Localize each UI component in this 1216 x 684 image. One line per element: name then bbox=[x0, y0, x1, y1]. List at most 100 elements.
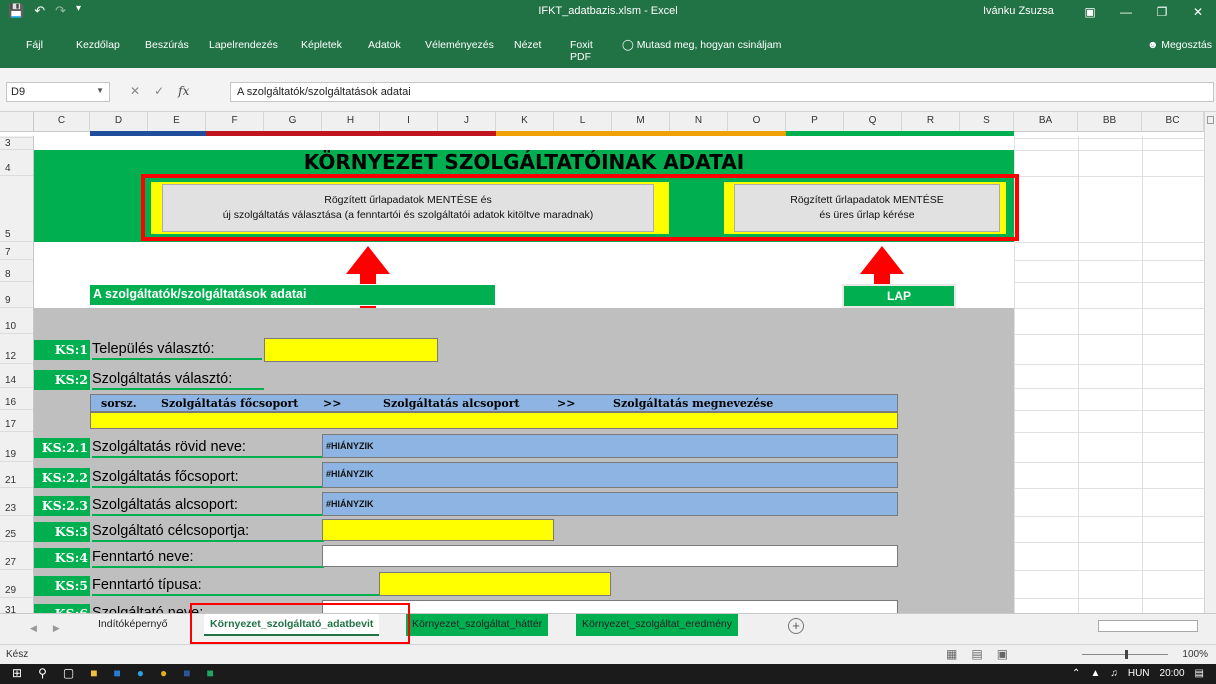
column-header[interactable]: J bbox=[438, 112, 496, 132]
network-icon[interactable]: ▲ bbox=[1090, 668, 1100, 679]
sheet-tab-results[interactable]: Környezet_szolgáltat_eredmény bbox=[576, 614, 739, 636]
row-header[interactable]: 27 bbox=[0, 542, 33, 570]
language-indicator[interactable]: HUN bbox=[1128, 668, 1150, 679]
service-subgroup-field[interactable]: #HIÁNYZIK bbox=[322, 492, 898, 516]
column-header[interactable]: F bbox=[206, 112, 264, 132]
tab-scroll-left-icon[interactable]: ◀ bbox=[30, 623, 37, 634]
row-header[interactable]: 10 bbox=[0, 308, 33, 334]
insert-function-icon[interactable]: fx bbox=[178, 84, 189, 98]
chevron-down-icon[interactable]: ▼ bbox=[96, 86, 104, 95]
ribbon-display-icon[interactable]: ▣ bbox=[1072, 0, 1108, 24]
row-header[interactable]: 29 bbox=[0, 570, 33, 598]
ribbon-tab[interactable]: Kezdőlap bbox=[76, 33, 120, 57]
maintainer-name-field[interactable] bbox=[322, 545, 898, 567]
column-header[interactable]: E bbox=[148, 112, 206, 132]
column-header[interactable]: BB bbox=[1078, 112, 1142, 132]
share-button[interactable]: ☻ Megosztás bbox=[1147, 39, 1212, 51]
page-break-icon[interactable]: ▣ bbox=[997, 647, 1008, 661]
column-header[interactable]: N bbox=[670, 112, 728, 132]
normal-view-icon[interactable]: ▦ bbox=[946, 647, 957, 661]
row-header[interactable]: 16 bbox=[0, 388, 33, 410]
chrome-icon[interactable]: ● bbox=[160, 666, 167, 680]
row-header[interactable]: 8 bbox=[0, 260, 33, 282]
outlook-icon[interactable]: ■ bbox=[113, 666, 120, 680]
row-header[interactable]: 17 bbox=[0, 410, 33, 432]
column-header[interactable]: H bbox=[322, 112, 380, 132]
horizontal-scrollbar[interactable] bbox=[1098, 620, 1198, 632]
select-all-corner[interactable] bbox=[0, 112, 34, 132]
column-header[interactable]: K bbox=[496, 112, 554, 132]
tab-scroll-right-icon[interactable]: ▶ bbox=[53, 623, 60, 634]
ribbon-tab[interactable]: Lapelrendezés bbox=[209, 33, 278, 57]
row-header[interactable]: 12 bbox=[0, 334, 33, 364]
column-header[interactable]: S bbox=[960, 112, 1014, 132]
column-header[interactable]: BC bbox=[1142, 112, 1204, 132]
clock[interactable]: 20:00 bbox=[1160, 668, 1185, 679]
search-icon[interactable]: ⚲ bbox=[38, 666, 47, 680]
windows-start-icon[interactable]: ⊞ bbox=[12, 666, 22, 680]
row-header[interactable]: 21 bbox=[0, 462, 33, 488]
settlement-select[interactable] bbox=[264, 338, 438, 362]
row-header[interactable]: 14 bbox=[0, 364, 33, 388]
minimize-icon[interactable]: — bbox=[1108, 0, 1144, 24]
ribbon-tab[interactable]: Véleményezés bbox=[425, 33, 494, 57]
service-main-group-field[interactable]: #HIÁNYZIK bbox=[322, 462, 898, 488]
ribbon-tab[interactable]: Képletek bbox=[301, 33, 342, 57]
column-header[interactable]: R bbox=[902, 112, 960, 132]
column-header[interactable]: L bbox=[554, 112, 612, 132]
service-short-name-field[interactable]: #HIÁNYZIK bbox=[322, 434, 898, 458]
sheet-tab-background[interactable]: Környezet_szolgáltat_háttér bbox=[406, 614, 549, 636]
scroll-up-icon[interactable] bbox=[1207, 116, 1214, 124]
file-explorer-icon[interactable]: ■ bbox=[90, 666, 97, 680]
close-icon[interactable]: ✕ bbox=[1180, 0, 1216, 24]
column-header[interactable]: BA bbox=[1014, 112, 1078, 132]
urlap-button[interactable]: LAP bbox=[842, 284, 956, 308]
tell-me-box[interactable]: ◯ Mutasd meg, hogyan csináljam bbox=[622, 39, 781, 51]
row-header[interactable]: 9 bbox=[0, 282, 33, 308]
sheet-tab-start[interactable]: Indítóképernyő bbox=[92, 614, 173, 636]
row-header[interactable]: 31 bbox=[0, 598, 33, 613]
word-icon[interactable]: ■ bbox=[183, 666, 190, 680]
ribbon-tab[interactable]: Nézet bbox=[514, 33, 541, 57]
cancel-icon[interactable]: ✕ bbox=[130, 84, 140, 98]
name-box[interactable]: D9 ▼ bbox=[6, 82, 110, 102]
row-header[interactable]: 5 bbox=[0, 176, 33, 242]
column-header[interactable]: D bbox=[90, 112, 148, 132]
worksheet-grid[interactable]: KÖRNYEZET SZOLGÁLTATÓINAK ADATAI Rögzíte… bbox=[34, 136, 1204, 613]
vertical-scrollbar[interactable] bbox=[1204, 112, 1216, 613]
ribbon-tab[interactable]: Beszúrás bbox=[145, 33, 189, 57]
task-view-icon[interactable]: ▢ bbox=[63, 666, 74, 680]
volume-icon[interactable]: ♫ bbox=[1110, 668, 1118, 679]
add-sheet-icon[interactable]: + bbox=[788, 618, 804, 634]
column-header[interactable]: O bbox=[728, 112, 786, 132]
maintainer-type-field[interactable] bbox=[379, 572, 611, 596]
formula-input[interactable]: A szolgáltatók/szolgáltatások adatai bbox=[230, 82, 1214, 102]
row-header[interactable]: 23 bbox=[0, 488, 33, 516]
skype-icon[interactable]: ● bbox=[137, 666, 144, 680]
page-layout-icon[interactable]: ▤ bbox=[971, 647, 982, 661]
ribbon-tab[interactable]: Fájl bbox=[26, 33, 43, 57]
ribbon-tab[interactable]: Foxit PDF bbox=[570, 33, 593, 69]
tray-arrow-icon[interactable]: ⌃ bbox=[1072, 668, 1080, 679]
save-and-new-service-button[interactable]: Rögzített űrlapadatok MENTÉSE és új szol… bbox=[162, 184, 654, 232]
user-name[interactable]: Ivánku Zsuzsa bbox=[983, 5, 1054, 17]
column-header[interactable]: Q bbox=[844, 112, 902, 132]
excel-icon[interactable]: ■ bbox=[206, 666, 213, 680]
section-header[interactable]: A szolgáltatók/szolgáltatások adatai bbox=[89, 284, 496, 306]
zoom-level[interactable]: 100% bbox=[1182, 649, 1208, 660]
enter-icon[interactable]: ✓ bbox=[154, 84, 164, 98]
column-header[interactable]: M bbox=[612, 112, 670, 132]
row-header[interactable]: 4 bbox=[0, 150, 33, 176]
target-group-field[interactable] bbox=[322, 519, 554, 541]
column-header[interactable]: I bbox=[380, 112, 438, 132]
notifications-icon[interactable]: ▤ bbox=[1195, 668, 1204, 679]
zoom-knob[interactable] bbox=[1125, 650, 1128, 659]
column-header[interactable]: C bbox=[34, 112, 90, 132]
row-header[interactable]: 25 bbox=[0, 516, 33, 542]
ribbon-tab[interactable]: Adatok bbox=[368, 33, 401, 57]
column-header[interactable]: P bbox=[786, 112, 844, 132]
restore-icon[interactable]: ❐ bbox=[1144, 0, 1180, 24]
save-and-empty-form-button[interactable]: Rögzített űrlapadatok MENTÉSE és üres űr… bbox=[734, 184, 1000, 232]
row-header[interactable]: 19 bbox=[0, 432, 33, 462]
row-header[interactable]: 7 bbox=[0, 242, 33, 260]
